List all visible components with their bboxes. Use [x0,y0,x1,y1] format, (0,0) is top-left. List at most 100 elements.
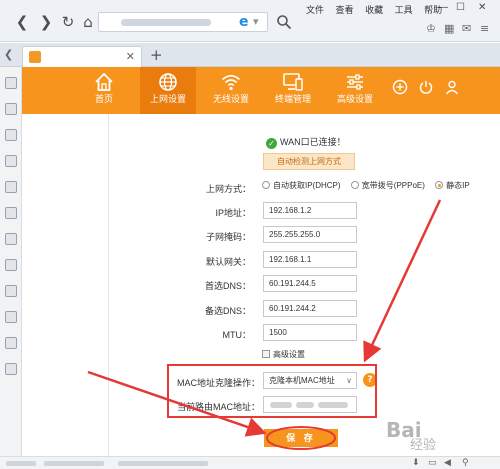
zoom-icon[interactable]: ⚲ [462,458,469,468]
chevron-down-icon[interactable]: ▾ [253,15,259,28]
add-circle-icon[interactable] [392,79,408,95]
mac-blurred-segment [296,402,314,408]
sidebar-app-icon[interactable] [5,233,17,245]
nav-wifi[interactable]: 无线设置 [204,67,258,114]
mac-clone-select[interactable]: 克隆本机MAC地址 ∨ [263,372,357,389]
status-blurred-text [44,461,104,466]
advanced-label: 高级设置 [273,350,305,359]
mask-input[interactable]: 255.255.255.0 [263,226,357,243]
sidebar-app-icon[interactable] [5,207,17,219]
address-bar[interactable]: e ▾ [98,12,268,32]
connection-type-label: 上网方式： [205,184,251,194]
menu-tools[interactable]: 工具 [395,5,413,15]
tab-router[interactable]: ​ ✕ [22,46,142,67]
mac-blurred-segment [318,402,348,408]
advanced-settings-toggle[interactable]: 高级设置 [262,349,305,360]
back-icon[interactable]: ❮ [14,14,30,30]
grid-icon[interactable]: ▦ [444,22,454,35]
sidebar-favorites-icon[interactable] [5,77,17,89]
save-button[interactable]: 保 存 [264,429,338,447]
menu-file[interactable]: 文件 [306,5,324,15]
radio-dhcp-label: 自动获取IP(DHCP) [273,181,341,190]
screen-icon[interactable]: ▭ [428,458,437,468]
nav-home-label: 首页 [94,95,113,105]
tab-scroll-left-icon[interactable]: ❮ [4,48,13,61]
globe-icon [159,73,177,91]
house-icon [95,72,113,91]
router-mac-input[interactable] [263,396,357,413]
home-icon[interactable]: ⌂ [80,14,96,30]
shirt-icon[interactable]: ♔ [426,22,436,35]
mtu-input[interactable]: 1500 [263,324,357,341]
volume-icon[interactable]: ◀ [444,458,451,468]
wan-status-text: WAN口已连接！ [280,137,346,147]
search-icon[interactable] [276,14,292,30]
close-window-button[interactable]: ✕ [478,2,486,13]
nav-wan-label: 上网设置 [149,95,186,105]
status-blurred-text [6,461,36,466]
radio-static-circle[interactable] [435,181,444,189]
refresh-icon[interactable]: ↻ [60,14,76,30]
nav-devices[interactable]: 终端管理 [266,67,320,114]
sidebar-app-icon[interactable] [5,285,17,297]
connection-type-radio-group: 自动获取IP(DHCP) 宽带拨号(PPPoE) 静态IP [262,180,478,191]
mac-clone-value: 克隆本机MAC地址 [269,376,335,385]
sidebar-note-icon[interactable] [5,181,17,193]
nav-devices-label: 终端管理 [274,95,311,105]
radio-pppoe[interactable]: 宽带拨号(PPPoE) [350,181,425,190]
menu-icon[interactable]: ≡ [480,22,489,35]
nav-advanced-label: 高级设置 [336,95,373,105]
dns2-input[interactable]: 60.191.244.2 [263,300,357,317]
maximize-button[interactable]: ☐ [456,2,465,13]
radio-static-label: 静态IP [446,181,470,190]
radio-static[interactable]: 静态IP [435,181,470,190]
radio-pppoe-circle[interactable] [350,181,359,189]
devices-icon [283,73,303,91]
nav-wifi-label: 无线设置 [212,95,249,105]
ip-input[interactable]: 192.168.1.2 [263,202,357,219]
browser-toolbar: ❮ ❯ ↻ ⌂ e ▾ 文件 查看 收藏 工具 帮助 — ☐ ✕ ♔ ▦ ✉ ≡ [0,0,500,42]
minimize-button[interactable]: — [438,2,448,13]
forward-icon[interactable]: ❯ [38,14,54,30]
gateway-input[interactable]: 192.168.1.1 [263,251,357,268]
url-text-blurred [121,19,211,26]
mail-icon[interactable]: ✉ [462,22,471,35]
menu-favorites[interactable]: 收藏 [365,5,383,15]
sidebar-download-icon[interactable] [5,129,17,141]
menu-view[interactable]: 查看 [336,5,354,15]
check-icon: ✓ [266,138,277,149]
status-blurred-text [118,461,208,466]
help-icon[interactable]: ? [363,373,377,387]
browser-status-bar: ⬇ ▭ ◀ ⚲ [0,456,500,469]
browser-menu: 文件 查看 收藏 工具 帮助 [306,3,451,16]
sidebar-app-icon[interactable] [5,363,17,375]
sidebar-app-icon[interactable] [5,259,17,271]
sliders-icon [347,74,363,90]
download-icon[interactable]: ⬇ [412,458,420,468]
new-tab-button[interactable]: + [150,46,163,64]
radio-dhcp[interactable]: 自动获取IP(DHCP) [262,181,341,190]
sidebar-app-icon[interactable] [5,337,17,349]
gateway-label: 默认网关： [205,257,251,267]
dns1-label: 首选DNS： [204,281,251,291]
sidebar-history-icon[interactable] [5,103,17,115]
router-favicon-icon [29,51,41,63]
dns1-input[interactable]: 60.191.244.5 [263,275,357,292]
router-header: 首页 上网设置 无线设置 终端管理 高级设置 [22,67,500,114]
wifi-icon [221,74,241,91]
radio-dhcp-circle[interactable] [262,181,270,189]
auto-detect-button[interactable]: 自动检测上网方式 [263,153,355,170]
browser-sidebar [0,67,22,469]
close-icon[interactable]: ✕ [126,50,135,63]
browser-logo-icon: e [239,14,249,30]
nav-home[interactable]: 首页 [84,67,124,114]
sidebar-search-icon[interactable] [5,155,17,167]
power-icon[interactable] [418,79,434,95]
advanced-checkbox[interactable] [262,350,270,358]
nav-advanced[interactable]: 高级设置 [328,67,382,114]
mac-clone-label: MAC地址克隆操作： [177,378,260,388]
nav-wan[interactable]: 上网设置 [140,67,196,114]
user-icon[interactable] [444,79,460,95]
wan-status: ✓ WAN口已连接！ [266,135,346,149]
sidebar-app-icon[interactable] [5,311,17,323]
